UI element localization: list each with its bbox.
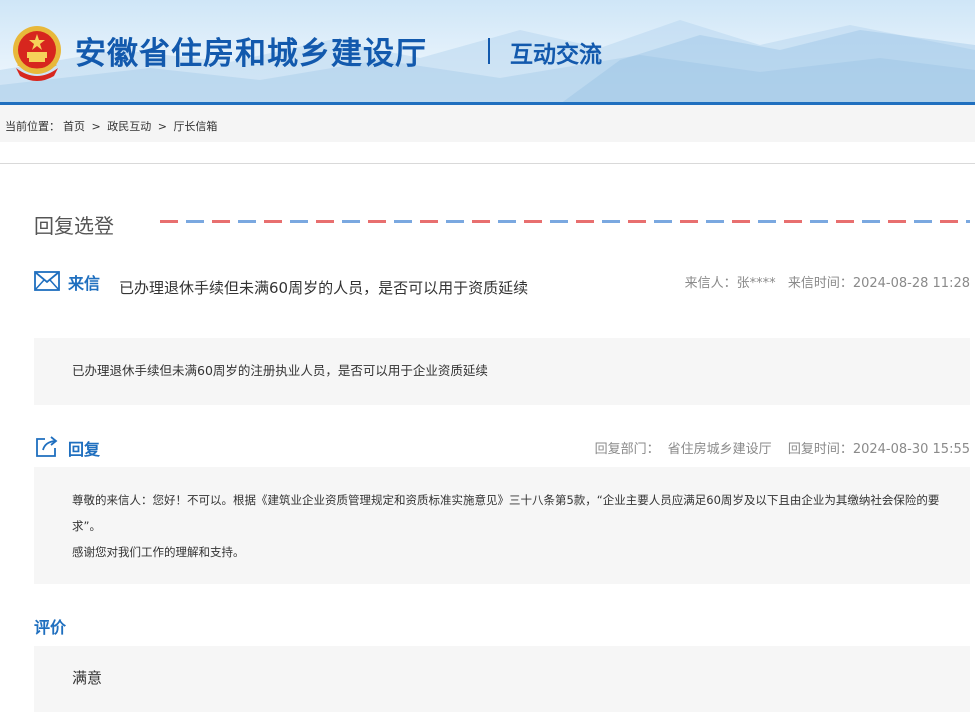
title-separator	[488, 38, 490, 64]
breadcrumb-home-link[interactable]: 首页	[63, 120, 85, 133]
airmail-stripe	[160, 220, 970, 223]
sender-label: 来信人：	[684, 276, 737, 291]
reply-selection-heading: 回复选登	[34, 214, 114, 238]
reply-dept-label: 回复部门：	[594, 442, 660, 457]
breadcrumb-mailbox-link[interactable]: 厅长信箱	[173, 120, 217, 133]
envelope-icon	[34, 271, 60, 291]
national-emblem-icon	[13, 26, 61, 81]
breadcrumb-prefix: 当前位置：	[5, 120, 60, 133]
reply-paragraph-1: 尊敬的来信人：您好！不可以。根据《建筑业企业资质管理规定和资质标准实施意见》三十…	[72, 493, 940, 533]
breadcrumb-separator: >	[91, 120, 101, 133]
letter-content-box: 已办理退休手续但未满60周岁的注册执业人员，是否可以用于企业资质延续	[34, 338, 970, 405]
evaluation-label: 评价	[34, 618, 67, 637]
section-title: 互动交流	[510, 42, 602, 68]
reply-meta: 回复部门： 省住房城乡建设厅 回复时间：2024-08-30 15:55	[587, 438, 970, 457]
reply-label: 回复	[68, 440, 101, 459]
letter-label: 来信	[68, 274, 101, 293]
content-divider	[0, 163, 975, 164]
breadcrumb: 当前位置： 首页 > 政民互动 > 厅长信箱	[5, 118, 220, 134]
letter-time-label: 来信时间：	[787, 276, 853, 291]
sender-value: 张****	[736, 276, 776, 291]
share-reply-icon	[36, 436, 58, 457]
reply-paragraph-2: 感谢您对我们工作的理解和支持。	[72, 545, 245, 559]
evaluation-value: 满意	[72, 669, 103, 687]
evaluation-box: 满意	[34, 646, 970, 712]
letter-time-value: 2024-08-28 11:28	[852, 276, 970, 291]
reply-content: 尊敬的来信人：您好！不可以。根据《建筑业企业资质管理规定和资质标准实施意见》三十…	[72, 487, 942, 565]
breadcrumb-separator: >	[157, 120, 167, 133]
header-banner: 安徽省住房和城乡建设厅 互动交流	[0, 0, 975, 104]
breadcrumb-bar: 当前位置： 首页 > 政民互动 > 厅长信箱	[0, 105, 975, 142]
reply-time-value: 2024-08-30 15:55	[852, 442, 970, 457]
reply-time-label: 回复时间：	[787, 442, 853, 457]
letter-meta: 来信人：张**** 来信时间：2024-08-28 11:28	[677, 272, 970, 291]
site-title: 安徽省住房和城乡建设厅	[75, 36, 427, 72]
reply-dept-value: 省住房城乡建设厅	[667, 442, 772, 457]
reply-content-box: 尊敬的来信人：您好！不可以。根据《建筑业企业资质管理规定和资质标准实施意见》三十…	[34, 467, 970, 584]
letter-title: 已办理退休手续但未满60周岁的人员，是否可以用于资质延续	[119, 279, 529, 297]
letter-content: 已办理退休手续但未满60周岁的注册执业人员，是否可以用于企业资质延续	[72, 363, 488, 378]
breadcrumb-interaction-link[interactable]: 政民互动	[107, 120, 151, 133]
